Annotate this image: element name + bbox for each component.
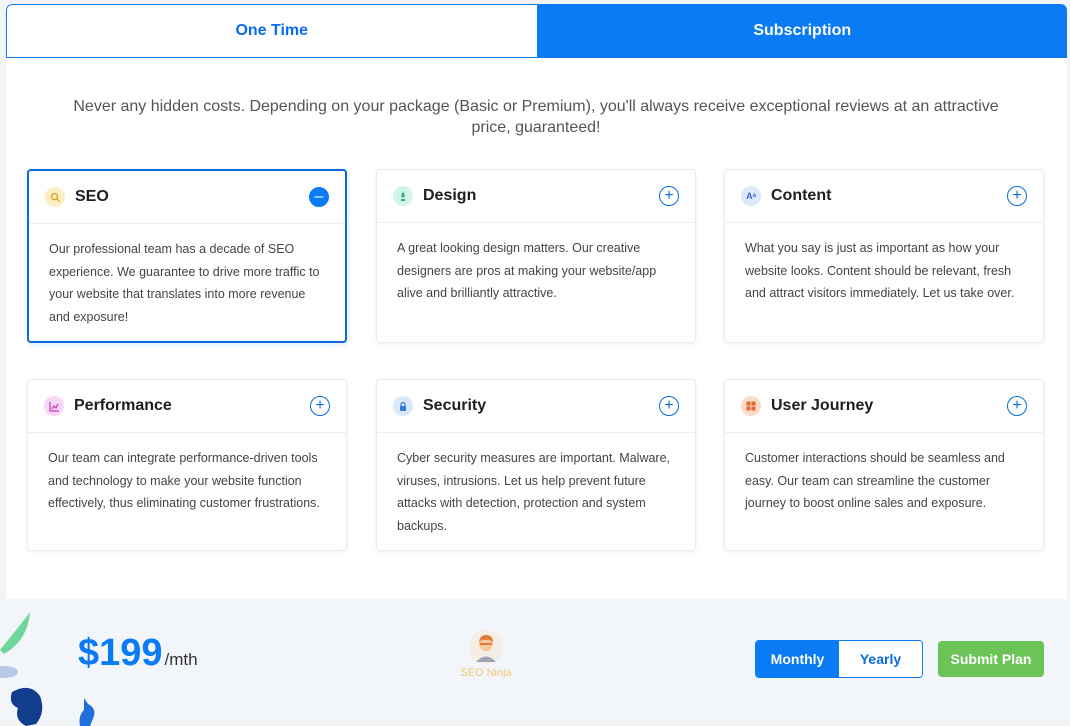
grid-icon — [741, 396, 761, 416]
text-icon: Aa — [741, 186, 761, 206]
service-card-security[interactable]: Security + Cyber security measures are i… — [376, 379, 696, 551]
plan-name: SEO Ninja — [460, 667, 512, 679]
tab-subscription[interactable]: Subscription — [537, 4, 1067, 58]
card-title: Security — [423, 397, 487, 414]
billing-period-toggle: Monthly Yearly — [755, 640, 923, 678]
chart-icon — [44, 396, 64, 416]
expand-icon[interactable]: + — [1007, 396, 1027, 416]
ninja-avatar-icon — [468, 629, 504, 665]
service-card-design[interactable]: Design + A great looking design matters.… — [376, 169, 696, 343]
card-description: Our team can integrate performance-drive… — [48, 451, 320, 510]
card-title: Content — [771, 187, 832, 204]
plan-badge: SEO Ninja — [455, 629, 517, 679]
expand-icon[interactable]: + — [1007, 186, 1027, 206]
card-header[interactable]: Performance + — [28, 380, 346, 433]
intro-text: Never any hidden costs. Depending on you… — [73, 98, 999, 136]
card-title: Performance — [74, 397, 172, 414]
card-description: Our professional team has a decade of SE… — [49, 242, 320, 324]
plan-type-tabs: One Time Subscription — [6, 4, 1067, 58]
plan-footer: $199 /mth SEO Ninja Monthly Yearly Submi… — [6, 599, 1067, 720]
price-display: $199 /mth — [78, 632, 198, 675]
card-description: What you say is just as important as how… — [745, 241, 1015, 300]
expand-icon[interactable]: + — [659, 396, 679, 416]
service-card-user-journey[interactable]: User Journey + Customer interactions sho… — [724, 379, 1044, 551]
billing-monthly-button[interactable]: Monthly — [756, 641, 839, 677]
card-description: Customer interactions should be seamless… — [745, 451, 1005, 510]
pen-icon — [393, 186, 413, 206]
search-icon — [45, 187, 65, 207]
price-unit: /mth — [164, 650, 198, 669]
card-title: User Journey — [771, 397, 874, 414]
card-header[interactable]: Security + — [377, 380, 695, 433]
card-description: Cyber security measures are important. M… — [397, 451, 671, 533]
service-card-performance[interactable]: Performance + Our team can integrate per… — [27, 379, 347, 551]
card-header[interactable]: Design + — [377, 170, 695, 223]
submit-plan-button[interactable]: Submit Plan — [938, 641, 1044, 677]
lock-icon — [393, 396, 413, 416]
card-title: Design — [423, 187, 477, 204]
service-card-content[interactable]: Aa Content + What you say is just as imp… — [724, 169, 1044, 343]
service-card-seo[interactable]: SEO – Our professional team has a decade… — [27, 169, 347, 343]
tab-one-time[interactable]: One Time — [6, 4, 538, 58]
card-description: A great looking design matters. Our crea… — [397, 241, 657, 300]
card-title: SEO — [75, 188, 109, 205]
pricing-panel: One Time Subscription Never any hidden c… — [6, 4, 1067, 720]
expand-icon[interactable]: + — [310, 396, 330, 416]
card-header[interactable]: User Journey + — [725, 380, 1043, 433]
collapse-icon[interactable]: – — [309, 187, 329, 207]
card-header[interactable]: SEO – — [29, 171, 345, 224]
billing-yearly-button[interactable]: Yearly — [839, 641, 922, 677]
expand-icon[interactable]: + — [659, 186, 679, 206]
price-amount: $199 — [78, 632, 163, 674]
card-header[interactable]: Aa Content + — [725, 170, 1043, 223]
